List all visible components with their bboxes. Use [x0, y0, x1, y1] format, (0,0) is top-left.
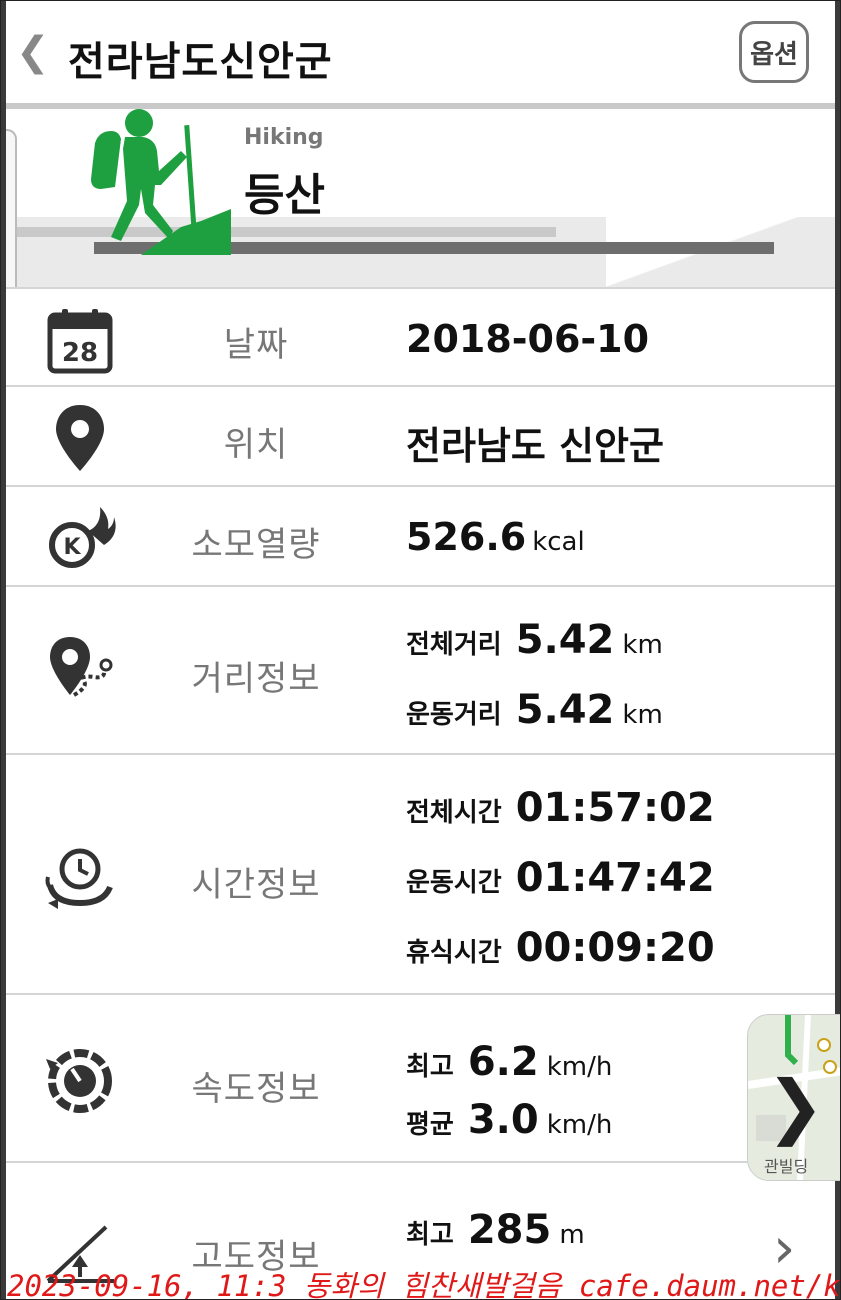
calories-label: 소모열량: [191, 525, 321, 565]
app-screen: ❮ 전라남도신안군 옵션 Hiking 등산 28 날짜 2018-06-10 …: [0, 0, 841, 1300]
options-button[interactable]: 옵션: [739, 21, 809, 83]
calories-value: 526.6: [406, 515, 527, 559]
watermark-text: 2023-09-16, 11:3 동화의 힘찬새발걸음 cafe.daum.ne…: [7, 1269, 841, 1300]
time-exercise-key: 운동시간: [406, 868, 502, 898]
altitude-max-value: 285: [467, 1207, 552, 1253]
time-total-key: 전체시간: [406, 798, 502, 828]
activity-banner: Hiking 등산: [6, 109, 835, 287]
calorie-fire-icon: K: [49, 507, 116, 568]
speed-max-unit: km/h: [546, 1052, 613, 1082]
calendar-icon: 28: [47, 309, 113, 374]
distance-total-key: 전체거리: [406, 630, 502, 660]
route-pin-icon: [50, 637, 113, 697]
svg-text:K: K: [63, 535, 81, 560]
time-rest: 휴식시간 00:09:20: [406, 925, 715, 971]
hiker-icon: [91, 109, 231, 255]
calories-value-group: 526.6 kcal: [406, 515, 585, 559]
speed-max: 최고 6.2 km/h: [406, 1039, 612, 1085]
speed-avg: 평균 3.0 km/h: [406, 1097, 612, 1143]
distance-total-unit: km: [622, 630, 663, 660]
page-title: 전라남도신안군: [68, 39, 333, 85]
time-exercise: 운동시간 01:47:42: [406, 855, 715, 901]
speed-avg-unit: km/h: [546, 1110, 613, 1140]
distance-exercise-key: 운동거리: [406, 700, 502, 730]
row-speed: 속도정보 최고 6.2 km/h 평균 3.0 km/h: [6, 993, 835, 1163]
time-total-value: 01:57:02: [515, 785, 715, 831]
activity-korean: 등산: [244, 170, 325, 221]
distance-exercise-unit: km: [622, 700, 663, 730]
calories-unit: kcal: [532, 527, 585, 557]
row-location: 위치 전라남도 신안군: [6, 385, 835, 487]
altitude-max-key: 최고: [406, 1220, 454, 1250]
row-calories: K 소모열량 526.6 kcal: [6, 485, 835, 587]
activity-english: Hiking: [244, 125, 324, 150]
top-bar: ❮ 전라남도신안군 옵션: [6, 1, 835, 103]
location-pin-icon: [56, 405, 104, 471]
row-time: 시간정보 전체시간 01:57:02 운동시간 01:47:42 휴식시간 00…: [6, 753, 835, 995]
speed-max-value: 6.2: [467, 1039, 539, 1085]
speedometer-icon: [46, 1049, 112, 1113]
map-thumbnail-button[interactable]: ❯ 관빌딩: [747, 1014, 840, 1181]
speed-max-key: 최고: [406, 1052, 454, 1082]
distance-exercise: 운동거리 5.42 km: [406, 687, 663, 733]
speed-label: 속도정보: [191, 1069, 321, 1109]
calendar-day: 28: [62, 338, 98, 368]
time-rest-key: 휴식시간: [406, 938, 502, 968]
map-label: 관빌딩: [764, 1157, 809, 1176]
time-rest-value: 00:09:20: [515, 925, 715, 971]
speed-avg-key: 평균: [406, 1110, 454, 1140]
time-exercise-value: 01:47:42: [515, 855, 715, 901]
row-distance: 거리정보 전체거리 5.42 km 운동거리 5.42 km: [6, 585, 835, 755]
distance-exercise-value: 5.42: [515, 687, 615, 733]
speed-avg-value: 3.0: [467, 1097, 539, 1143]
location-value: 전라남도 신안군: [406, 424, 664, 468]
date-label: 날짜: [223, 325, 289, 365]
chevron-right-icon: ❯: [766, 1065, 825, 1147]
clock-cycle-icon: [45, 848, 113, 909]
date-value: 2018-06-10: [406, 317, 650, 361]
time-total: 전체시간 01:57:02: [406, 785, 715, 831]
row-date: 28 날짜 2018-06-10: [6, 287, 835, 387]
back-button[interactable]: ❮: [16, 29, 50, 75]
distance-total: 전체거리 5.42 km: [406, 617, 663, 663]
distance-total-value: 5.42: [515, 617, 615, 663]
time-label: 시간정보: [191, 865, 321, 905]
altitude-max-unit: m: [559, 1220, 585, 1250]
location-label: 위치: [223, 425, 289, 465]
altitude-max: 최고 285 m: [406, 1207, 585, 1253]
distance-label: 거리정보: [191, 659, 321, 699]
